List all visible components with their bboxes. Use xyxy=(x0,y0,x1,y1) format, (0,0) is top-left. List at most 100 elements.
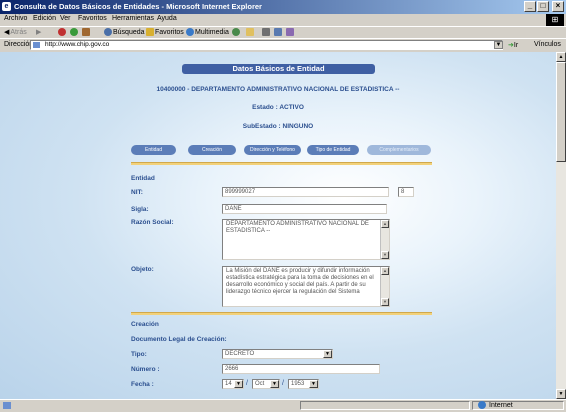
address-dropdown-button[interactable]: ▼ xyxy=(494,41,503,49)
objeto-text: La Misión del DANE es producir y difundi… xyxy=(226,268,374,295)
close-button[interactable]: × xyxy=(552,1,564,12)
search-button[interactable]: Búsqueda xyxy=(104,28,145,36)
page-icon xyxy=(33,42,40,48)
home-button[interactable] xyxy=(82,28,90,36)
discuss-icon xyxy=(286,28,294,36)
menu-archivo[interactable]: Archivo xyxy=(4,15,27,22)
edit-button[interactable] xyxy=(274,28,282,36)
chevron-down-icon: ▼ xyxy=(323,350,332,358)
nit-check-digit-field[interactable]: 8 xyxy=(398,187,414,197)
print-button[interactable] xyxy=(262,28,270,36)
nit-label: NIT: xyxy=(131,189,143,196)
fecha-day-select[interactable]: 14 ▼ xyxy=(222,379,244,389)
tipo-label: Tipo: xyxy=(131,351,147,358)
mail-button[interactable] xyxy=(246,28,254,36)
tab-tipo-entidad[interactable]: Tipo de Entidad xyxy=(307,145,359,155)
history-icon xyxy=(232,28,240,36)
page-banner: Datos Básicos de Entidad xyxy=(182,64,375,74)
search-icon xyxy=(104,28,112,36)
documento-legal-label: Documento Legal de Creación: xyxy=(131,336,227,343)
scroll-down-icon[interactable]: ▼ xyxy=(556,389,566,399)
status-bar: Internet xyxy=(0,399,566,412)
forward-button[interactable]: ▶ xyxy=(36,28,41,36)
razon-social-field[interactable]: DEPARTAMENTO ADMINISTRATIVO NACIONAL DE … xyxy=(222,219,390,260)
refresh-icon xyxy=(70,28,78,36)
fecha-month-select[interactable]: Oct ▼ xyxy=(252,379,280,389)
numero-label: Número : xyxy=(131,366,160,373)
divider xyxy=(131,312,432,315)
print-icon xyxy=(262,28,270,36)
razon-social-text: DEPARTAMENTO ADMINISTRATIVO NACIONAL DE … xyxy=(226,221,369,234)
objeto-label: Objeto: xyxy=(131,266,154,273)
fecha-year-select[interactable]: 1953 ▼ xyxy=(288,379,319,389)
minimize-button[interactable]: _ xyxy=(524,1,536,12)
divider xyxy=(131,162,432,165)
tab-bar: Entidad Creación Dirección y Teléfono Ti… xyxy=(131,145,431,155)
window-title: Consulta de Datos Básicos de Entidades -… xyxy=(14,2,262,11)
back-arrow-icon: ◀ xyxy=(4,29,10,36)
address-input[interactable]: http://www.chip.gov.co xyxy=(30,40,503,50)
chevron-down-icon: ▼ xyxy=(234,380,243,388)
razon-social-label: Razón Social: xyxy=(131,219,174,226)
estado-text: Estado : ACTIVO xyxy=(252,104,304,111)
menu-herramientas[interactable]: Herramientas xyxy=(112,15,154,22)
address-url: http://www.chip.gov.co xyxy=(45,41,110,48)
home-icon xyxy=(82,28,90,36)
refresh-button[interactable] xyxy=(70,28,78,36)
address-bar: Dirección http://www.chip.gov.co ▼ ➜Ir V… xyxy=(0,38,566,53)
subestado-text: SubEstado : NINGUNO xyxy=(242,123,314,130)
maximize-button[interactable]: □ xyxy=(537,1,549,12)
numero-field[interactable]: 2666 xyxy=(222,364,380,374)
stop-button[interactable] xyxy=(58,28,66,36)
fecha-label: Fecha : xyxy=(131,381,154,388)
security-zone: Internet xyxy=(478,401,513,409)
scroll-up-icon[interactable]: ▲ xyxy=(381,267,389,275)
favorites-button[interactable]: Favoritos xyxy=(146,28,184,36)
menu-edicion[interactable]: Edición xyxy=(33,15,56,22)
address-label: Dirección xyxy=(4,41,34,48)
scroll-down-icon[interactable]: ▼ xyxy=(381,298,389,306)
windows-logo-icon: ⊞ xyxy=(546,14,564,26)
page-status-icon xyxy=(3,402,11,409)
date-separator: / xyxy=(246,380,248,387)
menu-ayuda[interactable]: Ayuda xyxy=(157,15,177,22)
menu-bar: Archivo Edición Ver Favoritos Herramient… xyxy=(0,14,566,26)
entity-heading: 10400000 - DEPARTAMENTO ADMINISTRATIVO N… xyxy=(156,86,400,93)
nit-field[interactable]: 899999027 xyxy=(222,187,389,197)
scroll-up-icon[interactable]: ▲ xyxy=(556,52,566,62)
section-creacion-title: Creación xyxy=(131,321,159,328)
window-titlebar: e Consulta de Datos Básicos de Entidades… xyxy=(0,0,566,14)
section-entidad-title: Entidad xyxy=(131,175,155,182)
favorites-icon xyxy=(146,28,154,36)
links-button[interactable]: Vínculos xyxy=(534,41,561,48)
objeto-field[interactable]: La Misión del DANE es producir y difundi… xyxy=(222,266,390,307)
sigla-field[interactable]: DANE xyxy=(222,204,387,214)
scroll-up-icon[interactable]: ▲ xyxy=(381,220,389,228)
back-button[interactable]: ◀ Atrás xyxy=(4,28,27,37)
stop-icon xyxy=(58,28,66,36)
chevron-down-icon: ▼ xyxy=(270,380,279,388)
multimedia-button[interactable]: Multimedia xyxy=(186,28,229,36)
razon-social-scrollbar[interactable]: ▲ ▼ xyxy=(380,220,389,259)
tab-entidad[interactable]: Entidad xyxy=(131,145,176,155)
edit-icon xyxy=(274,28,282,36)
scroll-thumb[interactable] xyxy=(556,62,566,162)
scroll-down-icon[interactable]: ▼ xyxy=(381,251,389,259)
discuss-button[interactable] xyxy=(286,28,294,36)
multimedia-icon xyxy=(186,28,194,36)
go-button[interactable]: ➜Ir xyxy=(508,41,518,49)
history-button[interactable] xyxy=(232,28,240,36)
globe-icon xyxy=(478,401,486,409)
menu-favoritos[interactable]: Favoritos xyxy=(78,15,107,22)
page-scrollbar[interactable]: ▲ ▼ xyxy=(556,52,566,399)
objeto-scrollbar[interactable]: ▲ ▼ xyxy=(380,267,389,306)
date-separator: / xyxy=(282,380,284,387)
tab-complementarios[interactable]: Complementarios xyxy=(367,145,431,155)
tab-creacion[interactable]: Creación xyxy=(188,145,236,155)
ie-icon: e xyxy=(2,2,11,11)
chevron-down-icon: ▼ xyxy=(309,380,318,388)
menu-ver[interactable]: Ver xyxy=(60,15,71,22)
status-panel xyxy=(300,401,470,410)
tab-direccion-telefono[interactable]: Dirección y Teléfono xyxy=(244,145,301,155)
tipo-select[interactable]: DECRETO ▼ xyxy=(222,349,333,359)
